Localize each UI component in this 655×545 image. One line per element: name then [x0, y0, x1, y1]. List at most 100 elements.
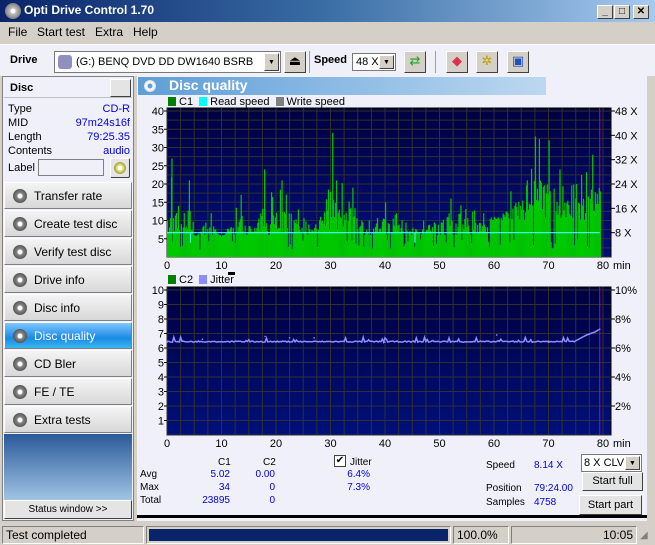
- nav-label: CD Bler: [34, 357, 77, 371]
- disc-label-button[interactable]: [110, 158, 130, 178]
- toolbar-separator: [435, 51, 436, 73]
- x-tick-label: 30: [324, 438, 336, 450]
- y2-tick-label: 24 X: [615, 179, 638, 191]
- y-tick-label: 1: [158, 416, 164, 428]
- disc-icon: [13, 273, 27, 287]
- erase-icon: ◆: [452, 54, 462, 69]
- jitter-checkbox[interactable]: ✔: [334, 455, 346, 467]
- c1-peak-bar: [483, 213, 485, 257]
- settings-icon: ✲: [481, 54, 493, 69]
- plot-area: [166, 286, 612, 436]
- section-header: Disc quality: [138, 77, 546, 95]
- save-button[interactable]: ▣: [507, 51, 529, 73]
- disc-label-input[interactable]: [38, 159, 104, 176]
- erase-button[interactable]: ◆: [446, 51, 468, 73]
- c1-bar: [585, 172, 588, 257]
- c1-peak-bar: [534, 136, 537, 257]
- speed-mode-select[interactable]: 8 X CLV ▼: [581, 454, 642, 472]
- y-tick-label: 15: [152, 197, 164, 209]
- menu-extra[interactable]: Extra: [95, 25, 123, 39]
- start-part-button[interactable]: Start part: [579, 495, 642, 515]
- jitter-point: [598, 328, 601, 330]
- refresh-button[interactable]: ⇄: [404, 51, 426, 73]
- x-tick-label: 40: [379, 438, 391, 450]
- eject-icon: ⏏: [288, 54, 302, 69]
- settings-button[interactable]: ✲: [476, 51, 498, 73]
- jitter-point: [384, 341, 386, 343]
- stats-col-c1: C1: [218, 457, 231, 468]
- start-full-button[interactable]: Start full: [582, 472, 643, 491]
- chevron-down-icon: ▼: [379, 55, 394, 69]
- drive-icon: [58, 55, 72, 69]
- samples-label: Samples: [486, 497, 525, 508]
- status-window-preview: [4, 434, 132, 500]
- drive-select[interactable]: (G:) BENQ DVD DD DW1640 BSRB ▼: [54, 51, 281, 73]
- nav-disc-info[interactable]: Disc info: [4, 294, 132, 321]
- nav-transfer-rate[interactable]: Transfer rate: [4, 182, 132, 209]
- y-tick-label: 3: [158, 387, 164, 399]
- c1-peak-bar: [335, 180, 338, 257]
- nav-disc-quality[interactable]: Disc quality: [4, 322, 132, 349]
- maximize-button[interactable]: □: [614, 5, 630, 19]
- y-tick-label: 6: [158, 343, 164, 355]
- disc-contents-value: audio: [103, 145, 130, 157]
- y2-tick-label: 16 X: [615, 203, 638, 215]
- minimize-button[interactable]: _: [597, 5, 613, 19]
- close-button[interactable]: ✕: [633, 5, 649, 19]
- position-label: Position: [486, 483, 522, 494]
- y2-tick-label: 4%: [615, 372, 631, 384]
- y2-tick-label: 6%: [615, 343, 631, 355]
- speed-select[interactable]: 48 X ▼: [352, 53, 396, 71]
- nav-label: Drive info: [34, 273, 85, 287]
- menu-help[interactable]: Help: [133, 25, 158, 39]
- eject-button[interactable]: ⏏: [284, 51, 306, 73]
- nav-fe-te[interactable]: FE / TE: [4, 378, 132, 405]
- jitter-chart: 0 10 20 30 40 50 60 70 80 min 1 2 3 4 5 6 7 8 9 10 2% 4% 6% 8% 1…: [152, 285, 637, 450]
- speed-value: 48 X: [356, 56, 379, 68]
- x-tick-label: 70: [542, 260, 554, 272]
- y-tick-label: 5: [158, 358, 164, 370]
- c1-peak-bar: [385, 202, 387, 257]
- menu-start-test[interactable]: Start test: [37, 25, 85, 39]
- c1-peak-bar: [264, 169, 266, 257]
- x-tick-label: 60: [488, 260, 500, 272]
- stats-col-c2: C2: [263, 457, 276, 468]
- disc-mid-label: MID: [8, 117, 29, 129]
- y-tick-label: 30: [152, 143, 164, 155]
- y-tick-label: 7: [158, 329, 164, 341]
- nav-label: FE / TE: [34, 385, 75, 399]
- y-tick-label: 10: [152, 285, 164, 297]
- menu-file[interactable]: File: [8, 25, 27, 39]
- disc-length-label: Length: [8, 131, 42, 143]
- c1-peak-bar: [167, 220, 169, 257]
- y-tick-label: 10: [152, 216, 164, 228]
- nav-extra-tests[interactable]: Extra tests: [4, 406, 132, 433]
- status-time: 10:05: [511, 526, 637, 544]
- disc-length-value: 79:25.35: [87, 131, 130, 143]
- toolbar-separator: [309, 51, 310, 73]
- stats-c1-value: 23895: [202, 495, 230, 506]
- disc-header-label: Disc: [10, 82, 34, 94]
- x-axis-label: min: [613, 438, 631, 450]
- y2-tick-label: 8 X: [615, 228, 632, 240]
- nav-verify-test-disc[interactable]: Verify test disc: [4, 238, 132, 265]
- c1-peak-bar: [526, 180, 528, 257]
- stats-c1-value: 34: [218, 482, 230, 493]
- status-window-button[interactable]: Status window >>: [4, 500, 132, 519]
- stats-c1-value: 5.02: [210, 469, 230, 480]
- speed-label: Speed: [314, 54, 348, 66]
- x-tick-label: 20: [270, 438, 282, 450]
- nav-cd-bler[interactable]: CD Bler: [4, 350, 132, 377]
- disc-collapse-button[interactable]: [110, 79, 131, 97]
- save-icon: ▣: [511, 54, 525, 69]
- nav-label: Verify test disc: [34, 245, 112, 259]
- y2-tick-label: 40 X: [615, 130, 638, 142]
- resize-grip[interactable]: ◢: [640, 530, 648, 541]
- nav-create-test-disc[interactable]: Create test disc: [4, 210, 132, 237]
- cd-icon: [114, 162, 126, 174]
- stats-c2-value: 0: [269, 495, 275, 506]
- x-tick-label: 60: [488, 438, 500, 450]
- x-tick-label: 80: [597, 260, 609, 272]
- stats-jitter-value: 6.4%: [347, 469, 370, 480]
- nav-drive-info[interactable]: Drive info: [4, 266, 132, 293]
